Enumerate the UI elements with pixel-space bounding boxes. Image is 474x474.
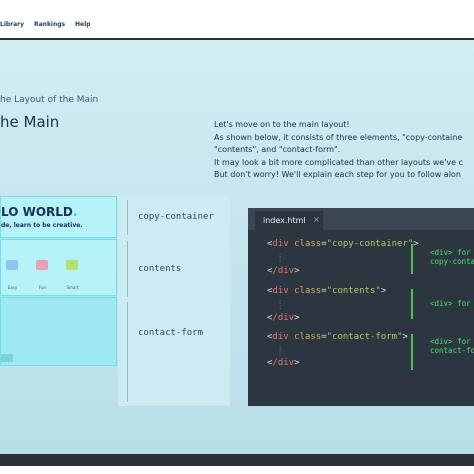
code-comment: <div> for c — [430, 299, 474, 308]
card-image — [6, 260, 18, 270]
code-line: <div class="copy-container"> — [267, 239, 419, 249]
lesson-paragraph: Let's move on to the main layout! As sho… — [214, 119, 474, 182]
label-contents: contents — [138, 264, 182, 274]
label-contact-form: contact-form — [138, 328, 204, 338]
screen-bottom-bezel — [0, 454, 474, 466]
code-comment: <div> for contact-fo — [430, 337, 474, 355]
preview-copy-container: LO WORLD. de, learn to be creative. — [0, 196, 117, 238]
code-line: </div> — [267, 358, 300, 368]
paragraph-line: "contents", and "contact-form". — [214, 145, 341, 154]
tab-label: index.html — [263, 216, 306, 225]
laptop-screen: Library Rankings Help he Layout of the M… — [0, 12, 474, 466]
preview-card: Fun — [31, 250, 54, 290]
label-bracket — [127, 241, 131, 297]
card-label: Easy — [7, 285, 18, 290]
preview-card: Easy — [1, 250, 24, 290]
layout-preview: LO WORLD. de, learn to be creative. Easy… — [0, 196, 117, 366]
code-line: </div> — [267, 266, 300, 276]
code-comment: <div> for copy-conta — [430, 248, 474, 266]
paragraph-line: But don't worry! We'll explain each step… — [214, 170, 461, 179]
code-line: <div class="contents"> — [267, 286, 387, 296]
card-image — [36, 260, 48, 270]
preview-subheading: de, learn to be creative. — [1, 222, 83, 229]
card-label: Smart — [66, 285, 79, 290]
preview-contact-form — [0, 297, 117, 366]
close-icon[interactable]: × — [313, 215, 320, 224]
code-line: </div> — [267, 313, 300, 323]
top-nav: Library Rankings Help — [0, 12, 474, 40]
paragraph-line: It may look a bit more complicated than … — [214, 157, 463, 167]
comment-bracket — [407, 244, 413, 274]
lesson-content: he Layout of the Main he Main Let's move… — [0, 40, 474, 454]
label-bracket — [127, 200, 131, 235]
label-bracket — [127, 302, 131, 402]
nav-item-library[interactable]: Library — [0, 21, 24, 28]
card-image — [66, 260, 78, 270]
preview-contents: Easy Fun Smart — [0, 239, 117, 296]
editor-tabbar: index.html × — [248, 208, 474, 230]
code-ellipsis: :: — [278, 298, 283, 311]
code-ellipsis: :: — [278, 251, 283, 264]
page-title: he Main — [0, 113, 60, 131]
preview-heading: LO WORLD. — [1, 205, 78, 219]
tab-index-html[interactable]: index.html × — [255, 211, 323, 230]
paragraph-line: As shown below, it consists of three ele… — [214, 132, 463, 142]
code-ellipsis: :: — [278, 344, 283, 357]
preview-submit-button — [1, 354, 13, 362]
card-label: Fun — [38, 285, 47, 290]
label-copy-container: copy-container — [138, 212, 214, 222]
code-line: <div class="contact-form"> — [267, 332, 408, 342]
preview-card: Smart — [61, 250, 84, 290]
paragraph-line: Let's move on to the main layout! — [214, 120, 350, 129]
nav-item-help[interactable]: Help — [75, 21, 90, 28]
comment-bracket — [407, 289, 413, 319]
nav-item-rankings[interactable]: Rankings — [34, 21, 65, 28]
comment-bracket — [407, 334, 413, 370]
breadcrumb: he Layout of the Main — [0, 95, 99, 105]
element-labels: copy-container contents contact-form — [118, 196, 230, 406]
